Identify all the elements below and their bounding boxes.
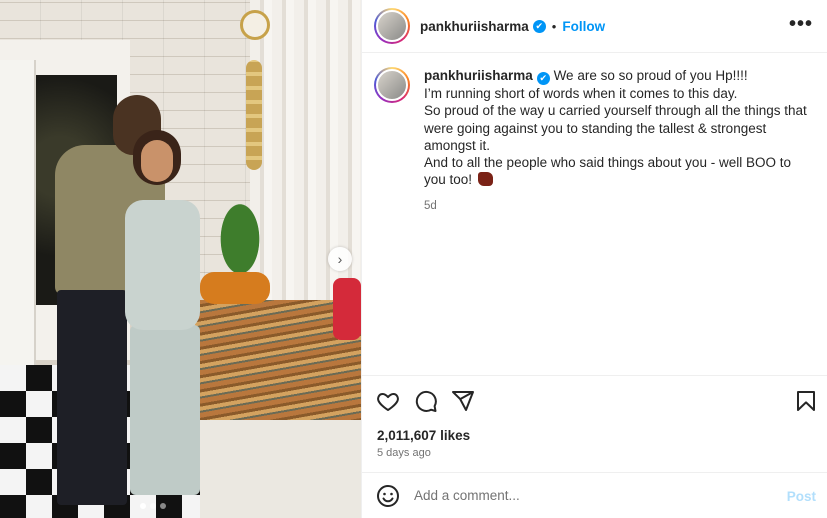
caption-text: So proud of the way u carried yourself t… <box>424 103 807 119</box>
caption: pankhuriisharma ✔ We are so so proud of y… <box>374 67 819 215</box>
bookmark-icon[interactable] <box>794 389 818 413</box>
door <box>0 60 36 370</box>
caption-text: you too! <box>424 172 473 188</box>
wall-lamp <box>246 60 262 170</box>
caption-text: amongst it. <box>424 137 491 153</box>
carousel-dot <box>140 503 146 509</box>
chevron-right-icon: › <box>337 251 343 267</box>
heart-icon[interactable] <box>376 389 400 413</box>
action-bar <box>362 375 827 423</box>
comment-icon[interactable] <box>414 389 438 413</box>
caption-avatar[interactable] <box>374 67 410 103</box>
more-options-icon[interactable]: ••• <box>789 13 813 36</box>
caption-text: We are so so proud of you Hp!!!! <box>553 68 748 83</box>
orange-pillow <box>200 272 270 304</box>
post-comment-button[interactable]: Post <box>787 489 816 504</box>
caption-text: were going against you to standing the t… <box>424 120 767 136</box>
emoji-icon <box>477 172 493 187</box>
likes-count[interactable]: 2,011,607 likes <box>377 428 470 443</box>
caption-text: And to all the people who said things ab… <box>424 155 791 171</box>
comment-input[interactable] <box>414 488 764 503</box>
person-woman <box>115 130 205 500</box>
caption-body: pankhuriisharma ✔ We are so so proud of y… <box>424 67 807 215</box>
separator-dot: • <box>551 18 557 34</box>
caption-text: I’m running short of words when it comes… <box>424 86 738 101</box>
verified-badge-icon: ✔ <box>536 72 550 85</box>
wall-mirror <box>240 10 270 40</box>
post-image[interactable]: › <box>0 0 361 518</box>
carousel-dot <box>150 503 156 509</box>
comment-bar: Post <box>362 472 827 518</box>
verified-badge-icon: ✔ <box>532 19 546 33</box>
carousel-dot <box>160 503 166 509</box>
header-username[interactable]: pankhuriisharma <box>420 19 529 34</box>
red-pillow <box>333 278 361 340</box>
caption-age[interactable]: 5d <box>424 198 807 215</box>
plant <box>210 185 270 275</box>
post-details-panel: pankhuriisharma ✔ • Follow ••• pankhurii… <box>361 0 827 518</box>
follow-button[interactable]: Follow <box>562 19 605 34</box>
emoji-icon[interactable] <box>376 484 400 508</box>
carousel-next-button[interactable]: › <box>328 247 352 271</box>
carousel-dots <box>140 503 166 509</box>
avatar[interactable] <box>374 8 410 44</box>
caption-username[interactable]: pankhuriisharma <box>424 68 533 83</box>
posted-time: 5 days ago <box>377 447 431 459</box>
share-icon[interactable] <box>451 389 475 413</box>
post-header: pankhuriisharma ✔ • Follow ••• <box>362 0 827 53</box>
